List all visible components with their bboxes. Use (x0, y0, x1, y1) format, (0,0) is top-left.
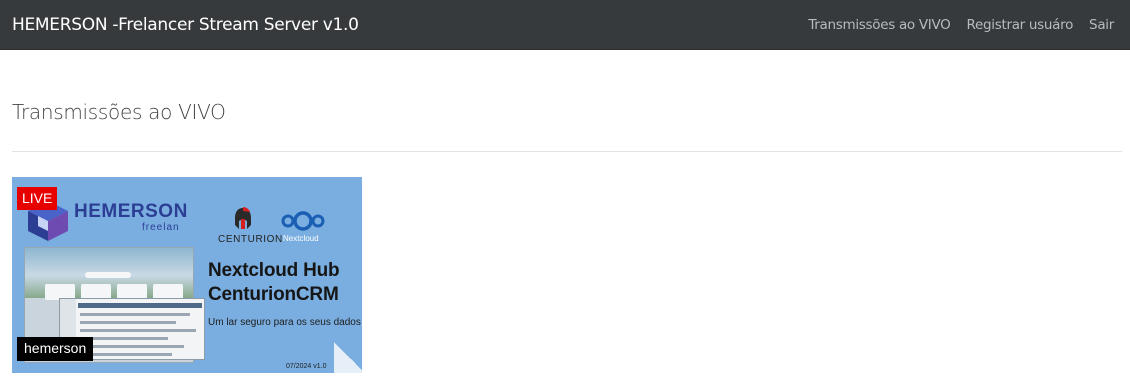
mockup-row (80, 321, 176, 324)
headline-line-1: Nextcloud Hub (208, 260, 340, 281)
thumbnail-headline: Nextcloud Hub CenturionCRM (208, 259, 358, 307)
nav-link-live-streams[interactable]: Transmissões ao VIVO (808, 17, 951, 33)
headline-line-2: CenturionCRM (208, 284, 339, 305)
mockup-row (80, 313, 190, 316)
nav-link-logout[interactable]: Sair (1089, 17, 1114, 33)
nextcloud-label: Nextcloud (283, 234, 319, 243)
nextcloud-icon (281, 211, 325, 231)
logo-text: HEMERSON (74, 201, 188, 222)
logo-subtext: freelan (142, 222, 180, 233)
nav-links: Transmissões ao VIVO Registrar usuáro Sa… (808, 17, 1118, 33)
thumbnail-version: 07/2024 v1.0 (286, 363, 327, 370)
nav-link-register-user[interactable]: Registrar usuáro (967, 17, 1074, 33)
thumbnail-subtitle: Um lar seguro para os seus dados (208, 317, 361, 328)
stream-card[interactable]: LIVE HEMERSON freelan CENTURION Nextclou… (12, 177, 362, 373)
mockup-header (78, 303, 202, 308)
mockup-row (80, 345, 184, 348)
page-curl (334, 339, 362, 373)
divider (12, 151, 1122, 152)
stream-user-label: hemerson (17, 337, 94, 361)
navbar-brand[interactable]: HEMERSON -Frelancer Stream Server v1.0 (12, 15, 359, 35)
top-navbar: HEMERSON -Frelancer Stream Server v1.0 T… (0, 0, 1130, 50)
mockup-search-bar (85, 272, 131, 278)
live-badge: LIVE (17, 187, 58, 210)
page-title: Transmissões ao VIVO (12, 100, 226, 124)
mockup-row (80, 329, 196, 332)
centurion-helmet-icon (235, 207, 251, 229)
centurion-label: CENTURION (218, 234, 283, 245)
mockup-row (80, 353, 172, 356)
